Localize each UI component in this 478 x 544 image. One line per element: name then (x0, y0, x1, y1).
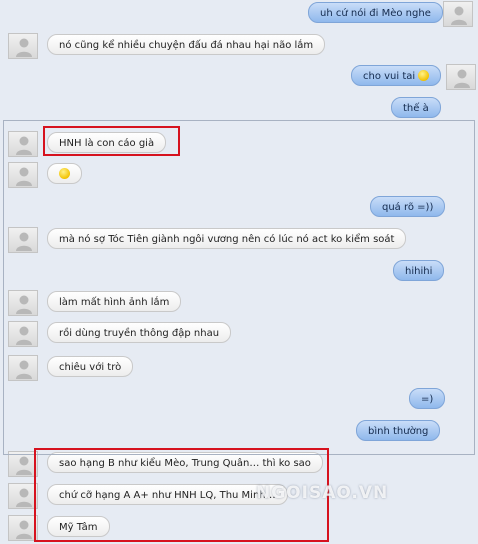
incoming-message: nó cũng kể nhiều chuyện đấu đá nhau hại … (47, 34, 326, 55)
message-text: làm mất hình ảnh lắm (59, 297, 170, 308)
outgoing-message: bình thường (356, 420, 441, 441)
message-text: HNH là con cáo già (59, 138, 155, 149)
incoming-message: chứ cỡ hạng A A+ như HNH LQ, Thu Minh… (47, 484, 288, 505)
message-text: nó cũng kể nhiều chuyện đấu đá nhau hại … (59, 40, 314, 51)
message-text: bình thường (368, 426, 429, 437)
message-text: chiêu với trò (59, 362, 122, 373)
message-text: thế à (403, 103, 429, 114)
incoming-message (47, 163, 82, 184)
contact-avatar (8, 355, 38, 381)
watermark-text: NGOISAO.VN (256, 483, 389, 503)
outgoing-message: hihihi (393, 260, 445, 281)
outgoing-message: thế à (391, 97, 441, 118)
message-text: uh cứ nói đi Mèo nghe (320, 8, 431, 19)
contact-avatar (8, 131, 38, 157)
contact-avatar (8, 483, 38, 509)
contact-avatar (8, 227, 38, 253)
incoming-message: sao hạng B như kiểu Mèo, Trung Quân… thì… (47, 452, 323, 473)
contact-avatar (8, 33, 38, 59)
message-text: cho vui tai (363, 71, 416, 82)
message-text: Mỹ Tâm (59, 522, 98, 533)
message-text: quá rõ =)) (382, 202, 434, 213)
contact-avatar (8, 451, 38, 477)
message-text: mà nó sợ Tóc Tiên giành ngôi vương nên c… (59, 234, 395, 245)
smiley-icon (59, 168, 70, 179)
contact-avatar (8, 321, 38, 347)
smiley-icon (418, 70, 430, 81)
contact-avatar (8, 162, 38, 188)
incoming-message: HNH là con cáo già (47, 132, 167, 153)
contact-avatar (8, 515, 38, 541)
my-avatar (443, 1, 473, 27)
chat-transcript: uh cứ nói đi Mèo nghe nó cũng kể nhiều ch… (0, 0, 478, 544)
message-text: sao hạng B như kiểu Mèo, Trung Quân… thì… (59, 458, 311, 469)
incoming-message: chiêu với trò (47, 356, 134, 377)
incoming-message: rồi dùng truyền thông đập nhau (47, 322, 232, 343)
incoming-message: làm mất hình ảnh lắm (47, 291, 182, 312)
my-avatar (446, 64, 476, 90)
outgoing-message: =) (409, 388, 446, 409)
incoming-message: mà nó sợ Tóc Tiên giành ngôi vương nên c… (47, 228, 407, 249)
incoming-message: Mỹ Tâm (47, 516, 110, 537)
outgoing-message: quá rõ =)) (370, 196, 446, 217)
contact-avatar (8, 290, 38, 316)
message-text: hihihi (405, 266, 433, 277)
message-text: rồi dùng truyền thông đập nhau (59, 328, 220, 339)
outgoing-message: uh cứ nói đi Mèo nghe (308, 2, 443, 23)
outgoing-message: cho vui tai (351, 65, 442, 86)
message-text: chứ cỡ hạng A A+ như HNH LQ, Thu Minh… (59, 490, 276, 501)
message-text: =) (421, 394, 434, 405)
